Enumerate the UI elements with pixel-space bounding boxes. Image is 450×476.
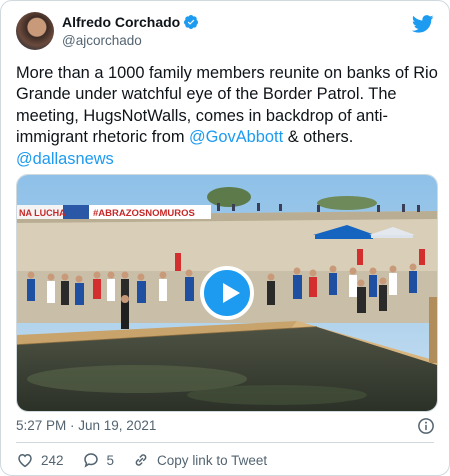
banner-left-text: NA LUCHA [19,208,66,218]
copy-link-button[interactable]: Copy link to Tweet [132,451,267,469]
reply-bubble-icon [83,453,98,468]
like-count: 242 [41,452,64,468]
play-icon[interactable] [200,266,254,320]
verified-badge-icon [184,15,199,29]
link-icon [135,454,147,466]
tweet-text-tail: & others. [283,128,354,147]
author-name-row[interactable]: Alfredo Corchado [62,14,199,30]
copy-link-label: Copy link to Tweet [157,452,268,468]
avatar[interactable] [16,12,54,50]
tweet-actions: 242 5 Copy link to Tweet [16,451,285,469]
like-button[interactable]: 242 [16,451,64,469]
heart-icon [18,453,32,468]
info-icon[interactable] [417,417,435,435]
reply-count: 5 [106,452,115,468]
tweet-timestamp[interactable]: 5:27 PM · Jun 19, 2021 [16,418,156,433]
mention-govabbott-link[interactable]: @GovAbbott [189,128,283,146]
video-thumbnail[interactable]: NA LUCHA #ABRAZOSNOMUROS [16,174,438,412]
divider [16,442,434,443]
reply-button[interactable]: 5 [82,451,115,469]
twitter-bird-icon[interactable] [412,15,434,33]
tweet-text: More than a 1000 family members reunite … [16,63,441,170]
tweet-card[interactable]: Alfredo Corchado @ajcorchado More than a… [0,0,450,476]
mention-dallasnews-link[interactable]: @dallasnews [16,150,114,168]
banner-hashtag-text: #ABRAZOSNOMUROS [93,208,195,219]
author-display-name[interactable]: Alfredo Corchado [62,14,180,30]
author-handle[interactable]: @ajcorchado [62,33,142,48]
